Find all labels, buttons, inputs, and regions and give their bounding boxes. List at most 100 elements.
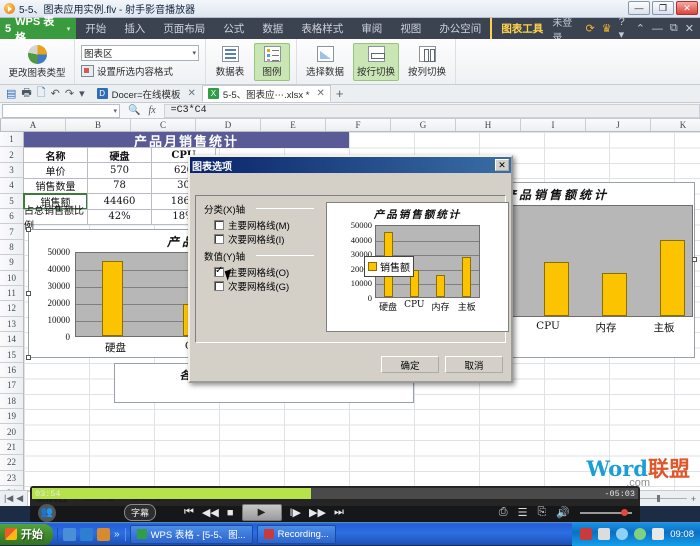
chevron-down-icon[interactable]: ▾ xyxy=(192,49,196,57)
name-box[interactable]: ▾ xyxy=(2,103,120,118)
prev-sheet-icon[interactable]: ◀ xyxy=(16,493,23,504)
search-icon[interactable]: 🔍 xyxy=(128,105,140,116)
app-close-icon[interactable]: ✕ xyxy=(685,22,694,35)
table-cell[interactable]: 42% xyxy=(87,208,152,225)
screenshot-icon[interactable]: ⎙ xyxy=(499,506,508,519)
close-icon[interactable]: ✕ xyxy=(316,88,324,99)
wps-logo[interactable]: 5 WPS 表格 ▾ xyxy=(0,16,77,44)
row-header-20[interactable]: 20 xyxy=(0,424,23,440)
document-tab-1[interactable]: X 5-5、图表应⋯.xlsx * ✕ xyxy=(201,85,331,102)
playback-progress-bar[interactable]: 03:54 -05:03 xyxy=(32,488,638,499)
tray-clock-icon[interactable] xyxy=(634,528,647,540)
column-header-E[interactable]: E xyxy=(261,119,326,131)
row-header-13[interactable]: 13 xyxy=(0,317,23,333)
taskbar-item-1[interactable]: Recording... xyxy=(256,524,336,544)
change-chart-type-button[interactable]: 更改图表类型 xyxy=(6,44,68,79)
table-cell[interactable]: 占总销售额比例 xyxy=(23,206,88,232)
quick-launch-more-icon[interactable]: » xyxy=(114,529,120,540)
ribbon-tab-7[interactable]: 视图 xyxy=(391,18,430,39)
folder-icon[interactable] xyxy=(97,527,110,541)
row-header-15[interactable]: 15 xyxy=(0,347,23,363)
row-header-4[interactable]: 4 xyxy=(0,178,23,194)
sheet-nav-buttons[interactable]: |◀ ◀ xyxy=(0,493,27,504)
taskbar-item-0[interactable]: WPS 表格 - [5-5、图... xyxy=(129,524,253,544)
chevron-down-icon[interactable]: ▾ xyxy=(67,25,71,33)
row-header-16[interactable]: 16 xyxy=(0,363,23,379)
tray-sync-icon[interactable] xyxy=(616,528,629,540)
row-header-18[interactable]: 18 xyxy=(0,394,23,410)
taskbar-clock[interactable]: 09:08 xyxy=(670,529,694,540)
column-header-A[interactable]: A xyxy=(1,119,66,131)
ribbon-tab-0[interactable]: 开始 xyxy=(76,18,115,39)
column-header-J[interactable]: J xyxy=(586,119,651,131)
ribbon-tab-3[interactable]: 公式 xyxy=(214,18,253,39)
row-header-3[interactable]: 3 xyxy=(0,163,23,179)
table-cell[interactable]: 570 xyxy=(87,162,152,179)
row-header-6[interactable]: 6 xyxy=(0,209,23,225)
new-tab-button[interactable]: + xyxy=(331,86,349,101)
column-header-B[interactable]: B xyxy=(66,119,131,131)
ribbon-tab-2[interactable]: 页面布局 xyxy=(154,18,214,39)
chevron-down-icon[interactable]: ▾ xyxy=(113,107,117,115)
row-header-17[interactable]: 17 xyxy=(0,378,23,394)
zoom-in-button[interactable]: + xyxy=(691,494,696,504)
switch-col-button[interactable]: 按列切换 xyxy=(405,44,449,80)
table-cell[interactable]: 销售数量 xyxy=(23,177,88,195)
collapse-ribbon-icon[interactable]: ⌃ xyxy=(636,22,645,35)
row-header-19[interactable]: 19 xyxy=(0,409,23,425)
row-header-5[interactable]: 5 xyxy=(0,194,23,209)
table-cell[interactable]: 44460 xyxy=(87,193,152,210)
help-icon[interactable]: ?▾ xyxy=(619,16,629,41)
select-data-button[interactable]: 选择数据 xyxy=(303,44,347,80)
insert-function-icon[interactable]: fx xyxy=(148,105,155,116)
row-header-22[interactable]: 22 xyxy=(0,455,23,471)
redo-icon[interactable]: ↷ xyxy=(65,87,74,100)
row-header-1[interactable]: 1 xyxy=(0,132,23,148)
stop-icon[interactable]: ■ xyxy=(227,507,234,519)
ribbon-tab-6[interactable]: 审阅 xyxy=(352,18,391,39)
undo-icon[interactable]: ↶ xyxy=(51,87,60,100)
legend-button[interactable]: 图例 xyxy=(254,42,290,81)
column-header-I[interactable]: I xyxy=(521,119,586,131)
column-header-H[interactable]: H xyxy=(456,119,521,131)
table-cell[interactable]: 单价 xyxy=(23,162,88,179)
row-header-21[interactable]: 21 xyxy=(0,440,23,456)
document-tab-0[interactable]: D Docer=在线模板 ✕ xyxy=(91,85,202,102)
ribbon-tab-8[interactable]: 办公空间 xyxy=(430,18,490,39)
rewind-icon[interactable]: ◀◀ xyxy=(202,506,219,519)
tray-app-icon[interactable] xyxy=(580,528,593,540)
checkbox-row-y-minor[interactable]: 次要网格线(G) xyxy=(214,279,289,293)
column-header-G[interactable]: G xyxy=(391,119,456,131)
crown-icon[interactable]: ♛ xyxy=(602,22,612,35)
print-preview-icon[interactable]: 🗋 xyxy=(37,84,46,103)
table-cell[interactable]: 硬盘 xyxy=(87,147,152,164)
sync-icon[interactable]: ⟳ xyxy=(585,22,594,35)
qat-more-icon[interactable]: ▾ xyxy=(79,87,85,100)
checkbox-x-major[interactable] xyxy=(214,220,224,230)
row-header-10[interactable]: 10 xyxy=(0,271,23,286)
dialog-close-button[interactable]: ✕ xyxy=(495,159,509,171)
ribbon-tab-9[interactable]: 图表工具 xyxy=(490,18,552,39)
close-icon[interactable]: ✕ xyxy=(188,88,196,99)
zoom-slider[interactable] xyxy=(638,495,687,502)
fast-forward-icon[interactable]: ▶▶ xyxy=(309,506,326,519)
ribbon-tab-1[interactable]: 插入 xyxy=(115,18,154,39)
column-header-K[interactable]: K xyxy=(651,119,700,131)
row-header-8[interactable]: 8 xyxy=(0,240,23,256)
volume-slider[interactable] xyxy=(580,508,632,516)
column-header-F[interactable]: F xyxy=(326,119,391,131)
table-cell[interactable]: 78 xyxy=(87,177,152,195)
first-sheet-icon[interactable]: |◀ xyxy=(4,493,13,504)
row-header-7[interactable]: 7 xyxy=(0,224,23,240)
checkbox-y-major[interactable] xyxy=(214,265,224,277)
tray-volume-icon[interactable] xyxy=(652,528,665,540)
browser-icon[interactable] xyxy=(80,527,93,541)
subtitle-button[interactable]: 字幕 xyxy=(124,504,157,521)
checkbox-row-x-minor[interactable]: 次要网格线(I) xyxy=(214,232,284,246)
formula-input[interactable]: =C3*C4 xyxy=(163,103,700,118)
save-icon[interactable]: ▤ xyxy=(6,87,16,100)
app-restore-icon[interactable]: ⧉ xyxy=(670,22,678,35)
row-header-9[interactable]: 9 xyxy=(0,255,23,271)
data-table-button[interactable]: 数据表 xyxy=(212,44,248,80)
frame-step-icon[interactable]: I▶ xyxy=(290,506,302,519)
